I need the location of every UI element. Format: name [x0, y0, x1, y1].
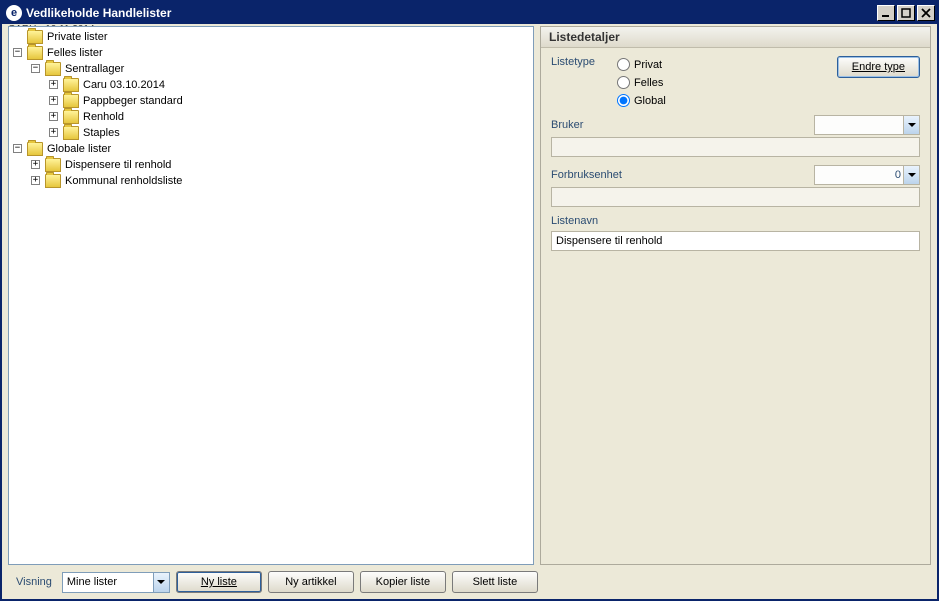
- window-buttons: [875, 5, 935, 21]
- folder-icon: [45, 62, 61, 76]
- kopier-liste-button[interactable]: Kopier liste: [360, 571, 446, 593]
- content-area: Private lister − Felles lister − Sentral…: [2, 36, 937, 567]
- chevron-down-icon[interactable]: [903, 166, 919, 184]
- folder-icon: [63, 126, 79, 140]
- listtype-label: Listetype: [551, 56, 617, 109]
- folder-icon: [63, 94, 79, 108]
- bruker-label: Bruker: [551, 119, 808, 131]
- expander-icon[interactable]: +: [49, 112, 58, 121]
- folder-icon: [63, 110, 79, 124]
- bruker-display: [551, 137, 920, 157]
- folder-icon: [45, 158, 61, 172]
- expander-icon[interactable]: +: [31, 176, 40, 185]
- tree-node-pappbeger[interactable]: + Pappbeger standard: [9, 93, 533, 109]
- forbruksenhet-select[interactable]: 0: [814, 165, 920, 185]
- radio-privat-input[interactable]: [617, 58, 630, 71]
- tree: Private lister − Felles lister − Sentral…: [9, 29, 533, 189]
- app-icon: e: [6, 5, 22, 21]
- folder-icon: [27, 46, 43, 60]
- slett-liste-button[interactable]: Slett liste: [452, 571, 538, 593]
- footer-toolbar: Visning Mine lister Ny liste Ny artikkel…: [2, 567, 937, 599]
- change-type-button[interactable]: Endre type: [837, 56, 920, 78]
- titlebar: e Vedlikeholde Handlelister: [2, 2, 937, 24]
- listtype-radio-group: Privat Felles Global: [617, 56, 666, 109]
- ny-liste-button[interactable]: Ny liste: [176, 571, 262, 593]
- tree-node-caru[interactable]: + Caru 03.10.2014: [9, 77, 533, 93]
- visning-combo[interactable]: Mine lister: [62, 572, 170, 593]
- expander-icon[interactable]: +: [49, 80, 58, 89]
- radio-global-input[interactable]: [617, 94, 630, 107]
- close-button[interactable]: [917, 5, 935, 21]
- expander-icon[interactable]: −: [13, 48, 22, 57]
- expander-icon[interactable]: −: [31, 64, 40, 73]
- maximize-button[interactable]: [897, 5, 915, 21]
- radio-felles-input[interactable]: [617, 76, 630, 89]
- tree-node-globale-lister[interactable]: − Globale lister: [9, 141, 533, 157]
- radio-privat[interactable]: Privat: [617, 56, 666, 73]
- expander-icon[interactable]: +: [49, 128, 58, 137]
- tree-panel[interactable]: Private lister − Felles lister − Sentral…: [8, 26, 534, 565]
- expander-icon[interactable]: +: [49, 96, 58, 105]
- details-panel: Listedetaljer Listetype Privat Felle: [540, 26, 931, 565]
- folder-icon: [27, 142, 43, 156]
- tree-node-kommunal[interactable]: + Kommunal renholdsliste: [9, 173, 533, 189]
- listenavn-label: Listenavn: [551, 215, 920, 227]
- folder-icon: [27, 30, 43, 44]
- radio-global[interactable]: Global: [617, 92, 666, 109]
- tree-node-felles-lister[interactable]: − Felles lister: [9, 45, 533, 61]
- chevron-down-icon[interactable]: [153, 573, 169, 592]
- tree-node-private-lister[interactable]: Private lister: [9, 29, 533, 45]
- forbruksenhet-display: [551, 187, 920, 207]
- details-panel-title: Listedetaljer: [541, 27, 930, 48]
- folder-icon: [45, 174, 61, 188]
- minimize-button[interactable]: [877, 5, 895, 21]
- chevron-down-icon[interactable]: [903, 116, 919, 134]
- bruker-select[interactable]: [814, 115, 920, 135]
- expander-icon[interactable]: −: [13, 144, 22, 153]
- ny-artikkel-button[interactable]: Ny artikkel: [268, 571, 354, 593]
- forbruksenhet-label: Forbruksenhet: [551, 169, 808, 181]
- window-title: Vedlikeholde Handlelister: [26, 6, 871, 20]
- tree-node-renhold[interactable]: + Renhold: [9, 109, 533, 125]
- expander-icon[interactable]: +: [31, 160, 40, 169]
- folder-icon: [63, 78, 79, 92]
- tree-node-sentrallager[interactable]: − Sentrallager: [9, 61, 533, 77]
- listenavn-input[interactable]: [551, 231, 920, 251]
- tree-node-dispensere[interactable]: + Dispensere til renhold: [9, 157, 533, 173]
- visning-label: Visning: [16, 576, 52, 588]
- window: e Vedlikeholde Handlelister CARU - 10.11…: [0, 0, 939, 601]
- radio-felles[interactable]: Felles: [617, 74, 666, 91]
- tree-node-staples[interactable]: + Staples: [9, 125, 533, 141]
